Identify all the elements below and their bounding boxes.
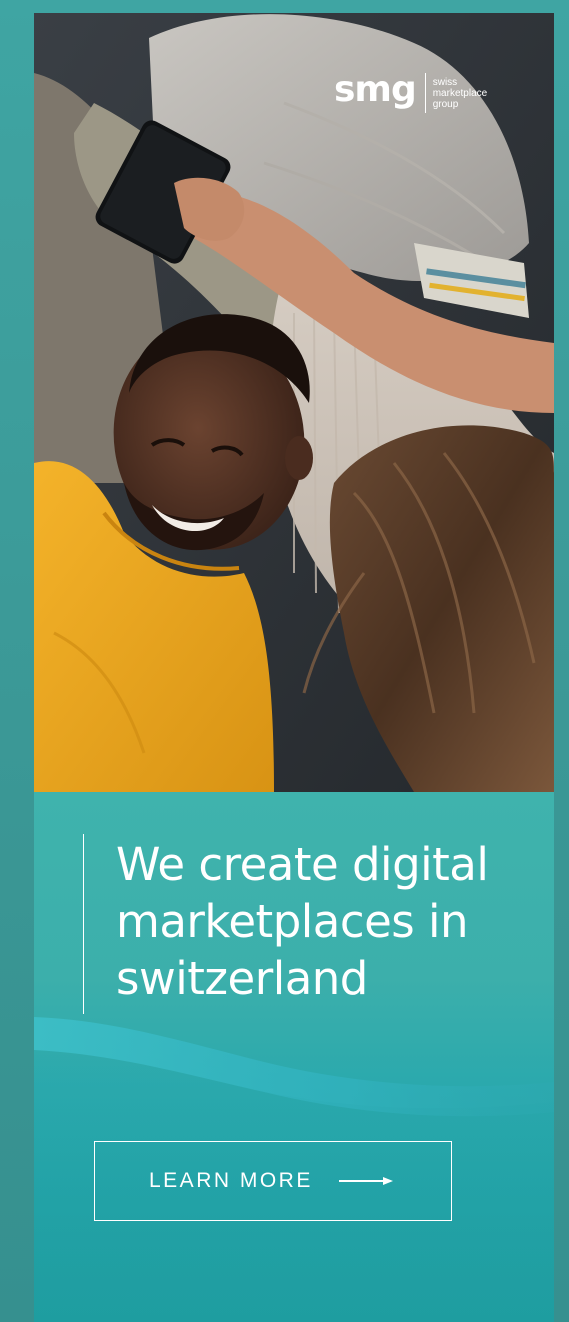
logo-line-marketplace: marketplace — [432, 87, 488, 99]
headline-line-3: switzerland — [116, 952, 368, 1005]
logo-tagline: swiss marketplace group — [433, 77, 487, 110]
logo-divider — [424, 73, 426, 113]
smg-banner-ad[interactable]: smg swiss marketplace group We create di… — [34, 13, 554, 1322]
headline-line-2: marketplaces in — [116, 895, 469, 948]
smg-logo[interactable]: smg swiss marketplace group — [334, 70, 487, 116]
logo-line-group: group — [432, 98, 459, 110]
headline-accent-rule — [83, 834, 84, 1014]
hero-photo-illustration — [34, 13, 554, 792]
logo-line-swiss: swiss — [432, 76, 458, 88]
logo-wordmark: smg — [334, 69, 417, 110]
hero-photo: smg swiss marketplace group — [34, 13, 554, 792]
learn-more-label: LEARN MORE — [149, 1169, 313, 1192]
headline: We create digital marketplaces in switze… — [116, 836, 536, 1007]
arrow-right-icon — [338, 1177, 393, 1185]
learn-more-button[interactable]: LEARN MORE — [94, 1141, 452, 1221]
headline-line-1: We create digital — [116, 838, 489, 891]
message-panel: We create digital marketplaces in switze… — [34, 792, 554, 1322]
